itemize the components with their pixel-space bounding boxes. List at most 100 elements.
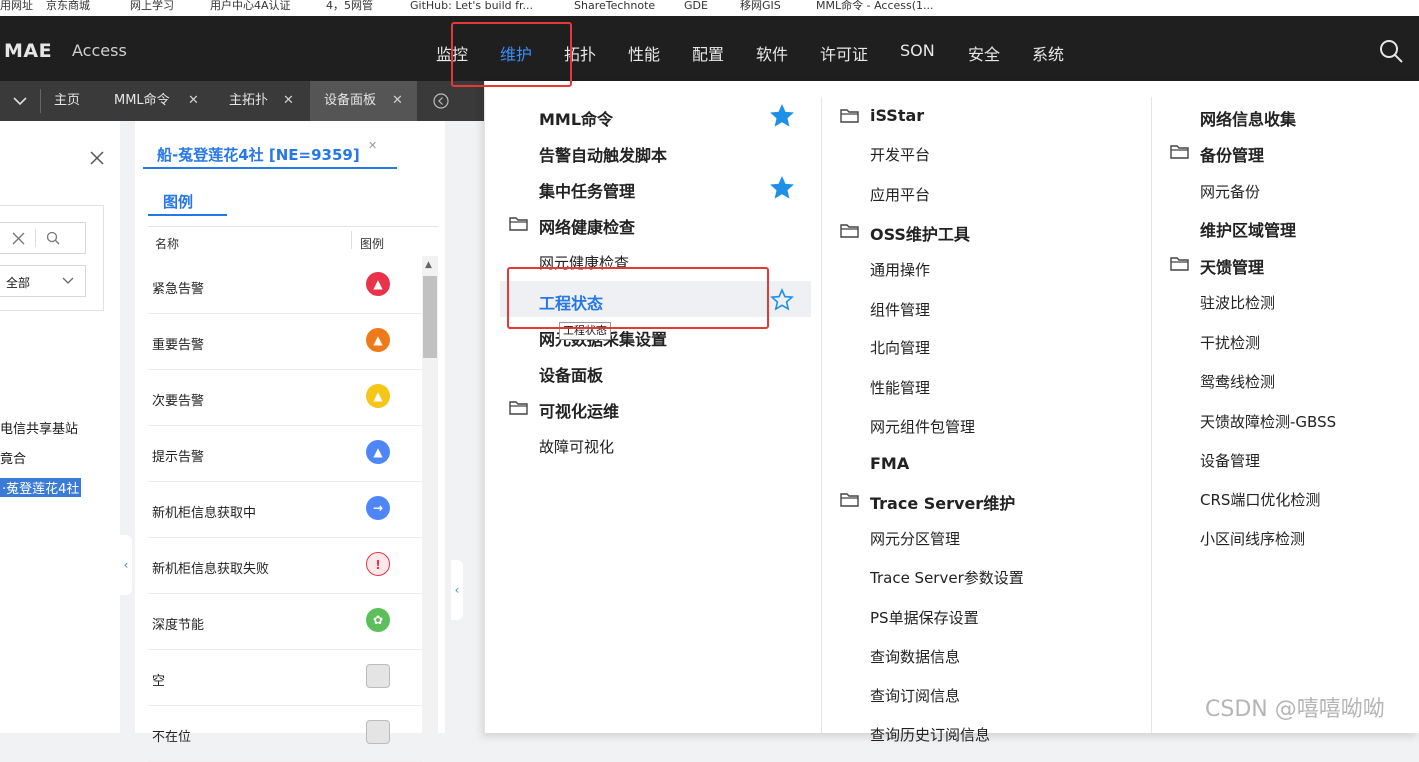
bookmarks-bar: 用网址 京东商城 网上学习 用户中心4A认证 4，5网管 GitHub: Let… xyxy=(0,0,1419,16)
menu-group-header[interactable]: 网络健康检查 xyxy=(539,214,635,238)
tab-main-topology[interactable]: 主拓扑 ✕ xyxy=(215,81,310,121)
chevron-down-icon[interactable] xyxy=(12,95,28,107)
scroll-up-icon[interactable]: ▲ xyxy=(425,260,432,270)
menu-item[interactable]: Trace Server参数设置 xyxy=(870,567,1024,588)
menu-item[interactable]: 查询订阅信息 xyxy=(870,685,960,706)
nav-monitor[interactable]: 监控 xyxy=(436,41,468,65)
legend-row: 新机柜信息获取失败! xyxy=(148,538,422,594)
close-icon[interactable] xyxy=(90,151,104,165)
menu-item[interactable]: 故障可视化 xyxy=(539,436,614,457)
collapse-left-handle[interactable]: ‹ xyxy=(120,535,132,595)
menu-item[interactable]: 设备管理 xyxy=(1200,450,1260,471)
legend-row: 空 xyxy=(148,650,422,706)
nav-maintenance[interactable]: 维护 xyxy=(500,41,532,65)
menu-item[interactable]: 干扰检测 xyxy=(1200,332,1260,353)
star-outline-icon[interactable] xyxy=(770,288,794,312)
close-icon[interactable]: ✕ xyxy=(188,81,199,121)
clear-icon[interactable] xyxy=(12,232,25,245)
folder-icon xyxy=(509,216,528,231)
star-filled-icon[interactable] xyxy=(770,104,794,128)
bookmark-item[interactable]: 京东商城 xyxy=(46,0,90,11)
search-icon[interactable] xyxy=(46,231,60,245)
tree-item-selected[interactable]: ·菟登莲花4社 xyxy=(0,478,82,497)
menu-item[interactable]: 应用平台 xyxy=(870,184,930,205)
scrollbar-thumb[interactable] xyxy=(423,276,437,358)
close-icon[interactable]: ✕ xyxy=(392,81,403,121)
legend-row-name: 新机柜信息获取失败 xyxy=(152,562,270,577)
tree-item[interactable]: 竟合 xyxy=(0,448,26,467)
menu-item[interactable]: 小区间线序检测 xyxy=(1200,528,1305,549)
bookmark-item[interactable]: GDE xyxy=(684,0,708,11)
app-name: Access xyxy=(72,41,127,60)
menu-item[interactable]: 网元备份 xyxy=(1200,181,1260,202)
nav-son[interactable]: SON xyxy=(900,41,935,60)
menu-group-header[interactable]: Trace Server维护 xyxy=(870,490,1015,514)
menu-group-header[interactable]: 可视化运维 xyxy=(539,398,619,422)
menu-item[interactable]: MML命令 xyxy=(539,106,613,130)
bookmark-item[interactable]: MML命令 - Access(1... xyxy=(816,0,934,11)
menu-group-header[interactable]: 天馈管理 xyxy=(1200,254,1264,278)
menu-item[interactable]: 查询数据信息 xyxy=(870,646,960,667)
menu-item[interactable]: 集中任务管理 xyxy=(539,178,635,202)
search-input[interactable] xyxy=(0,222,86,254)
tab-device-panel[interactable]: 设备面板 ✕ xyxy=(310,81,417,121)
close-icon[interactable]: ✕ xyxy=(283,81,294,121)
menu-group-header[interactable]: 备份管理 xyxy=(1200,142,1264,166)
menu-item[interactable]: 鸳鸯线检测 xyxy=(1200,371,1275,392)
ne-title-underline xyxy=(143,167,397,169)
col-divider xyxy=(351,231,352,249)
menu-item[interactable]: 工程状态 xyxy=(539,290,603,314)
legend-row-name: 空 xyxy=(152,674,166,689)
nav-performance[interactable]: 性能 xyxy=(628,41,660,65)
close-icon[interactable]: ✕ xyxy=(368,139,377,152)
legend-status-icon: ! xyxy=(366,552,390,576)
nav-configuration[interactable]: 配置 xyxy=(692,41,724,65)
nav-software[interactable]: 软件 xyxy=(756,41,788,65)
menu-item[interactable]: CRS端口优化检测 xyxy=(1200,489,1320,510)
col-header-name: 名称 xyxy=(155,237,180,251)
menu-item[interactable]: PS单据保存设置 xyxy=(870,607,979,628)
tab-home[interactable]: 主页 xyxy=(54,81,90,121)
menu-item[interactable]: 驻波比检测 xyxy=(1200,292,1275,313)
menu-item[interactable]: 维护区域管理 xyxy=(1200,217,1296,241)
tree-item[interactable]: 电信共享基站 xyxy=(0,418,78,437)
collapse-mid-handle[interactable]: ‹ xyxy=(451,560,463,620)
menu-item[interactable]: 告警自动触发脚本 xyxy=(539,142,667,166)
star-filled-icon[interactable] xyxy=(770,176,794,200)
menu-item[interactable]: 性能管理 xyxy=(870,377,930,398)
search-icon[interactable] xyxy=(1378,38,1404,64)
legend-row: 不在位 xyxy=(148,706,422,762)
bookmark-item[interactable]: 用网址 xyxy=(0,0,33,11)
menu-item[interactable]: 设备面板 xyxy=(539,362,603,386)
legend-status-icon: → xyxy=(366,496,390,520)
menu-item[interactable]: 网元组件包管理 xyxy=(870,416,975,437)
bookmark-item[interactable]: 网上学习 xyxy=(130,0,174,11)
legend-tab[interactable]: 图例 xyxy=(163,191,193,212)
menu-item[interactable]: 通用操作 xyxy=(870,259,930,280)
menu-item[interactable]: 北向管理 xyxy=(870,337,930,358)
bookmark-item[interactable]: 用户中心4A认证 xyxy=(210,0,291,11)
filter-select[interactable]: 全部 xyxy=(0,265,86,297)
nav-license[interactable]: 许可证 xyxy=(820,41,868,65)
menu-group-header[interactable]: OSS维护工具 xyxy=(870,221,970,245)
nav-system[interactable]: 系统 xyxy=(1032,41,1064,65)
chevron-left-circle-icon[interactable] xyxy=(433,93,449,109)
menu-item[interactable]: 网络信息收集 xyxy=(1200,106,1296,130)
menu-item[interactable]: 查询历史订阅信息 xyxy=(870,724,990,745)
menu-item[interactable]: 开发平台 xyxy=(870,144,930,165)
menu-item[interactable]: 网元分区管理 xyxy=(870,528,960,549)
menu-item[interactable]: 网元健康检查 xyxy=(539,252,629,273)
menu-group-header[interactable]: iSStar xyxy=(870,106,924,125)
tab-mml[interactable]: MML命令 ✕ xyxy=(100,81,210,121)
divider xyxy=(148,226,438,227)
nav-topology[interactable]: 拓扑 xyxy=(564,41,596,65)
nav-security[interactable]: 安全 xyxy=(968,41,1000,65)
menu-item[interactable]: 天馈故障检测-GBSS xyxy=(1200,411,1336,432)
menu-item[interactable]: 组件管理 xyxy=(870,299,930,320)
bookmark-item[interactable]: ShareTechnote xyxy=(574,0,655,11)
scrollbar[interactable]: ▲ xyxy=(422,256,438,733)
menu-item[interactable]: FMA xyxy=(870,454,909,473)
bookmark-item[interactable]: 移网GIS xyxy=(740,0,781,11)
bookmark-item[interactable]: GitHub: Let's build fr... xyxy=(410,0,533,11)
bookmark-item[interactable]: 4，5网管 xyxy=(326,0,373,11)
